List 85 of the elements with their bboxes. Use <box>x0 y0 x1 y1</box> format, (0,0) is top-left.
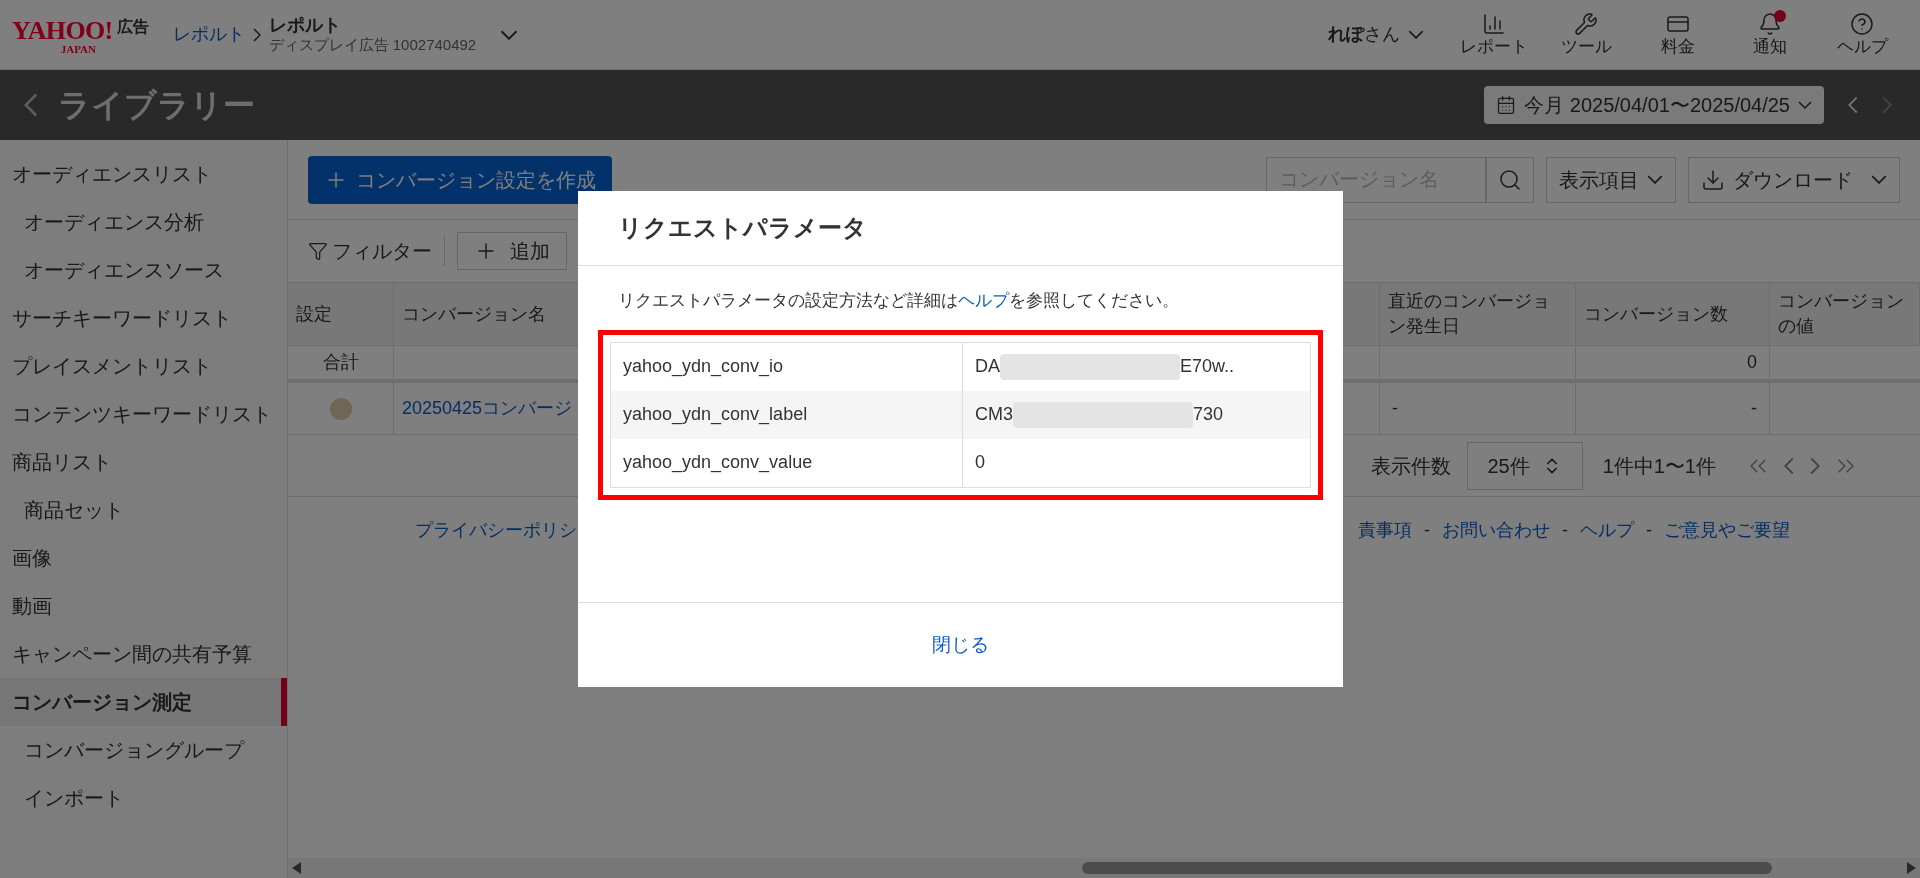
help-link[interactable]: ヘルプ <box>958 291 1009 310</box>
sidebar-item[interactable]: オーディエンスリスト <box>0 150 287 198</box>
add-button[interactable]: 追加 <box>457 232 567 270</box>
column-header[interactable]: コンバージョンの値 <box>1770 283 1920 346</box>
separator: - <box>1424 519 1430 542</box>
param-name: yahoo_ydn_conv_label <box>611 390 963 439</box>
filter-icon <box>308 241 328 261</box>
caret-icon <box>1408 30 1424 39</box>
nav-button[interactable]: 料金 <box>1632 11 1724 58</box>
help-icon <box>1850 11 1874 36</box>
logo[interactable]: YAHOO! JAPAN 広告 <box>12 14 149 55</box>
sidebar-item[interactable]: プレイスメントリスト <box>0 342 287 390</box>
date-range-picker[interactable]: 今月 2025/04/01〜2025/04/25 <box>1484 86 1824 124</box>
column-header[interactable]: 直近のコンバージョン発生日 <box>1380 283 1576 346</box>
sidebar-item[interactable]: 商品リスト <box>0 438 287 486</box>
previous-icon[interactable] <box>1848 95 1858 115</box>
bell-icon <box>1758 11 1782 36</box>
sidebar-item[interactable]: サーチキーワードリスト <box>0 294 287 342</box>
caret-icon <box>1871 175 1887 184</box>
nav-button[interactable]: 通知 <box>1724 11 1816 58</box>
modal-description: リクエストパラメータの設定方法など詳細はヘルプを参照してください。 <box>617 290 1180 312</box>
param-value: E70w.. <box>1180 355 1235 378</box>
footer-link[interactable]: ヘルプ <box>1580 517 1634 544</box>
bar-chart-icon <box>1482 11 1506 36</box>
conversion-link[interactable]: 20250425コンバージ <box>402 395 573 422</box>
calendar-icon <box>1496 95 1517 115</box>
sidebar-item[interactable]: オーディエンスソース <box>0 246 287 294</box>
param-value: 730 <box>1193 403 1224 426</box>
table-cell: 0 <box>1576 346 1770 383</box>
table-cell: 合計 <box>288 346 394 383</box>
sidebar-item[interactable]: コンバージョン測定 <box>0 678 287 726</box>
nav-button[interactable]: ヘルプ <box>1816 11 1908 58</box>
separator: - <box>1646 519 1652 542</box>
param-name: yahoo_ydn_conv_value <box>611 438 963 487</box>
user-menu[interactable]: れぽさん <box>1328 21 1424 48</box>
breadcrumb-link[interactable]: レポルト <box>172 21 245 48</box>
columns-button[interactable]: 表示項目 <box>1546 156 1676 203</box>
back-icon[interactable] <box>24 92 38 118</box>
separator: - <box>1562 519 1568 542</box>
column-header[interactable]: 設定 <box>288 283 394 346</box>
sidebar-item[interactable]: 商品セット <box>0 486 287 534</box>
filter-button[interactable]: フィルター <box>308 236 445 266</box>
wrench-icon <box>1574 11 1598 36</box>
scrollbar[interactable] <box>288 858 1920 878</box>
download-button[interactable]: ダウンロード <box>1688 156 1900 203</box>
table-cell: - <box>1380 383 1576 435</box>
footer-link[interactable]: プライバシーポリシ <box>415 517 577 544</box>
param-value: CM3 <box>975 403 1013 426</box>
chevron-icon <box>252 26 261 43</box>
param-name: yahoo_ydn_conv_io <box>611 342 963 391</box>
download-icon <box>1701 167 1725 192</box>
table-cell: - <box>1576 383 1770 435</box>
nav-button[interactable]: ツール <box>1540 11 1632 58</box>
param-value: DA <box>975 355 1000 378</box>
sidebar-item[interactable]: コンテンツキーワードリスト <box>0 390 287 438</box>
param-value: 0 <box>975 451 985 474</box>
caret-icon <box>1647 175 1663 184</box>
account-name: レポルト <box>268 13 342 37</box>
create-button[interactable]: コンバージョン設定を作成 <box>308 155 612 204</box>
dropdown-icon[interactable] <box>500 29 519 40</box>
modal-title: リクエストパラメータ <box>618 213 867 243</box>
sidebar-item[interactable]: コンバージョングループ <box>0 726 287 774</box>
footer-link[interactable]: 責事項 <box>1358 517 1412 544</box>
sidebar-item[interactable]: 動画 <box>0 582 287 630</box>
per-page-label: 表示件数 <box>1370 453 1451 479</box>
sidebar-item[interactable]: 画像 <box>0 534 287 582</box>
footer-link[interactable]: ご意見やご要望 <box>1664 517 1790 544</box>
account-subtitle: ディスプレイ広告 1002740492 <box>268 36 477 56</box>
next-page-icon[interactable] <box>1810 455 1820 476</box>
scroll-left-icon[interactable] <box>292 862 302 874</box>
previous-page-icon[interactable] <box>1784 455 1794 476</box>
sidebar-item[interactable]: オーディエンス分析 <box>0 198 287 246</box>
footer-link[interactable]: お問い合わせ <box>1442 517 1550 544</box>
scroll-right-icon[interactable] <box>1906 862 1916 874</box>
sidebar-item[interactable]: インポート <box>0 774 287 822</box>
caret-icon <box>1798 101 1812 109</box>
per-page-select[interactable]: 25件 <box>1466 441 1583 490</box>
page-title: ライブラリー <box>58 86 255 125</box>
close-button[interactable]: 閉じる <box>916 622 1005 668</box>
page-summary: 1件中1〜1件 <box>1602 453 1716 479</box>
column-header[interactable]: コンバージョン数 <box>1576 283 1770 346</box>
nav-button[interactable]: レポート <box>1448 11 1540 58</box>
search-icon <box>1498 167 1522 192</box>
sidebar-item[interactable]: キャンペーン間の共有予算 <box>0 630 287 678</box>
search-button[interactable] <box>1486 156 1534 203</box>
